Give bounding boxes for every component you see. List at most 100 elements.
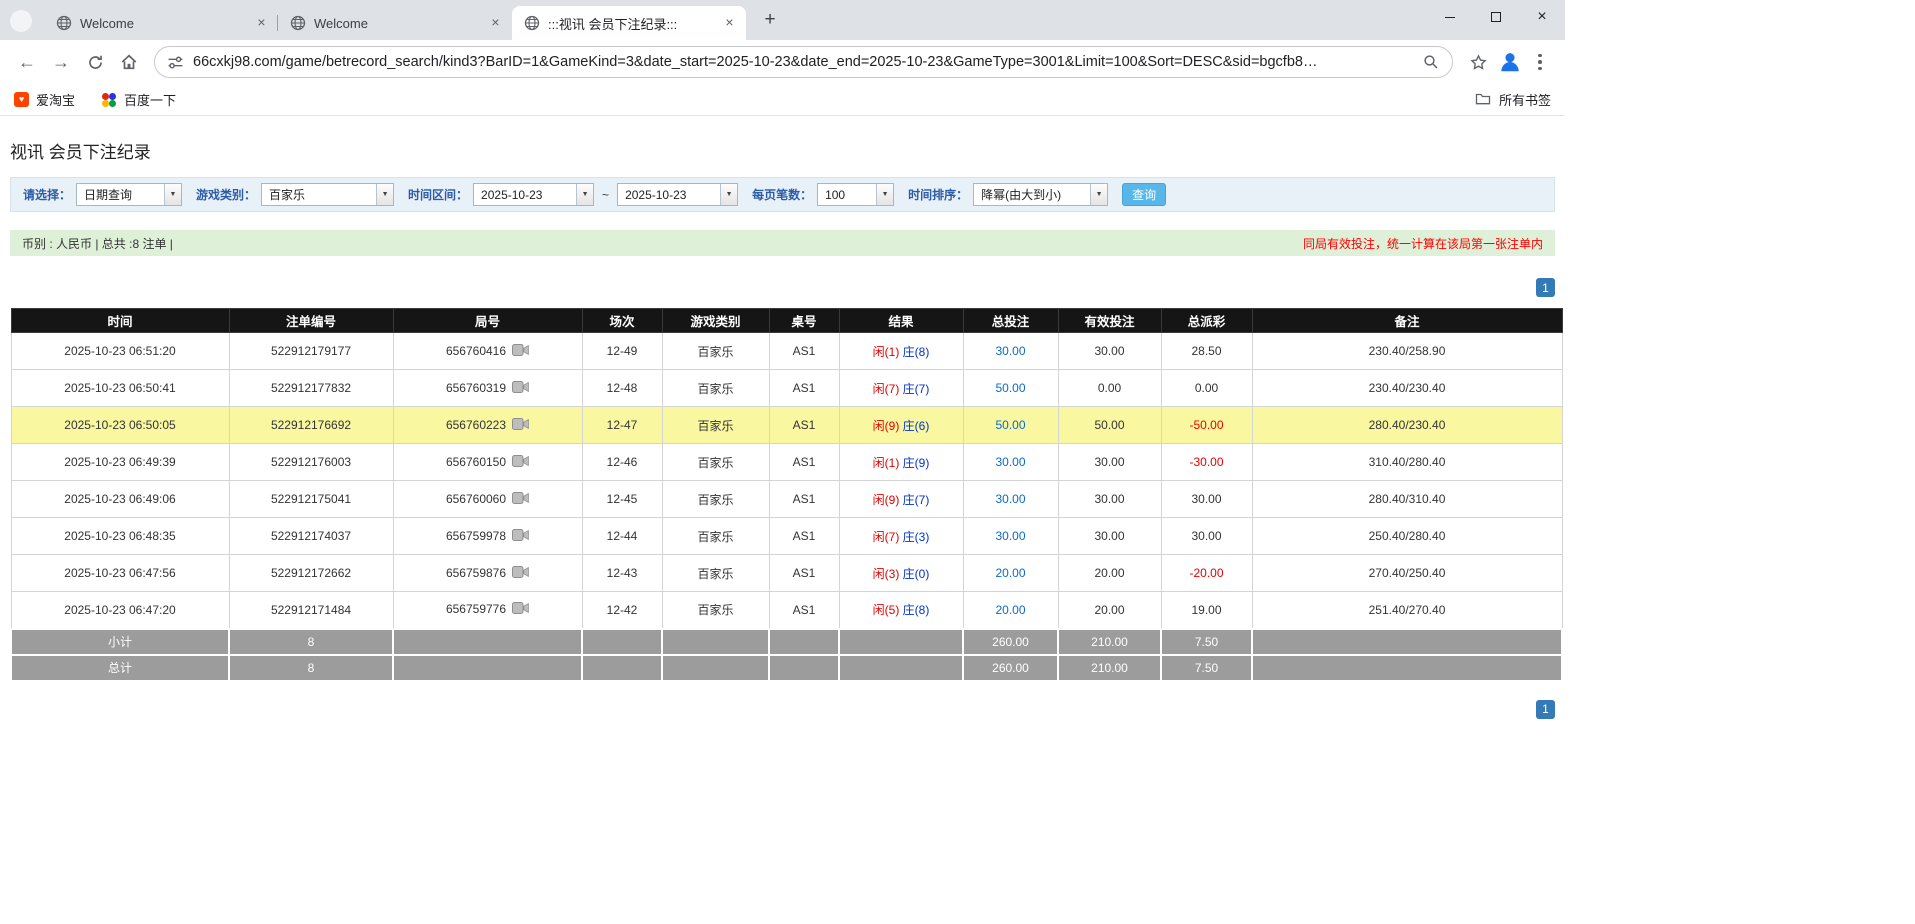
back-button[interactable]: ← [10,45,44,79]
date-end-value: 2025-10-23 [625,187,687,202]
total-bet-link[interactable]: 30.00 [995,344,1025,358]
result-player: 闲(5) [872,603,900,618]
cell-payout: 28.50 [1160,332,1253,370]
tab-bet-records-active[interactable]: :::视讯 会员下注纪录::: × [512,6,746,40]
bookmark-aitaobao[interactable]: ♥ 爱淘宝 [14,90,75,109]
tab-welcome-2[interactable]: Welcome × [278,6,512,40]
page-1-button[interactable]: 1 [1536,278,1555,297]
maximize-button[interactable] [1473,0,1519,34]
profile-avatar[interactable] [1495,47,1525,77]
bet-row[interactable]: 2025-10-23 06:49:06 522912175041 656760060… [10,480,1563,518]
result-banker: 庄(8) [902,344,930,359]
cell-game-type: 百家乐 [661,480,770,518]
cell-round: 656760223 [392,406,583,444]
cell-total-bet[interactable]: 20.00 [962,554,1059,592]
total-bet-link[interactable]: 30.00 [995,492,1025,506]
cell-table-no: AS1 [768,443,840,481]
round-number: 656760319 [445,380,507,395]
per-page-select[interactable]: 100 ▼ [817,183,895,206]
query-type-select[interactable]: 日期查询 ▼ [76,183,183,206]
subtotal-row-cell-9: 210.00 [1057,627,1162,656]
subtotal-row-cell-10: 7.50 [1160,627,1253,656]
video-replay-icon[interactable] [512,602,529,617]
video-replay-icon[interactable] [512,528,529,544]
cell-bet-id: 522912174037 [228,517,394,555]
minimize-button[interactable] [1427,0,1473,34]
cell-payout: 30.00 [1160,480,1253,518]
bet-row[interactable]: 2025-10-23 06:50:41 522912177832 656760319… [10,369,1563,407]
total-bet-link[interactable]: 30.00 [995,455,1025,469]
cell-note: 230.40/230.40 [1251,369,1563,407]
bet-row[interactable]: 2025-10-23 06:51:20 522912179177 656760416… [10,332,1563,370]
date-start-picker[interactable]: 2025-10-23 ▼ [473,183,595,206]
total-bet-link[interactable]: 20.00 [995,603,1025,617]
chevron-down-icon[interactable]: ▼ [164,184,182,205]
cell-game-type: 百家乐 [661,369,770,407]
page-1-button[interactable]: 1 [1536,699,1555,719]
refresh-button[interactable] [78,45,112,79]
bookmark-baidu[interactable]: 百度一下 [101,90,176,109]
site-info-icon[interactable] [167,54,184,71]
total-row-cell-7 [838,653,964,682]
tab-close-icon[interactable]: × [253,14,270,32]
currency-summary-text: 币别 : 人民币 | 总共 :8 注单 | [22,236,173,251]
video-replay-icon[interactable] [512,380,529,396]
chevron-down-icon[interactable]: ▼ [1090,184,1108,205]
bet-row[interactable]: 2025-10-23 06:50:05 522912176692 656760223… [10,406,1563,444]
cell-payout: 19.00 [1160,591,1253,629]
close-button[interactable]: × [1519,0,1565,34]
video-replay-icon[interactable] [512,491,529,507]
video-replay-icon[interactable] [512,565,529,581]
browser-menu-button[interactable] [1525,47,1555,77]
cell-payout: -20.00 [1160,554,1253,592]
total-bet-link[interactable]: 50.00 [995,418,1025,432]
zoom-icon[interactable] [1423,54,1440,71]
cell-session: 12-44 [581,517,663,555]
new-tab-button[interactable]: + [756,6,784,34]
total-row-cell-10: 7.50 [1160,653,1253,682]
tab-close-icon[interactable]: × [721,14,738,32]
cell-bet-id: 522912177832 [228,369,394,407]
total-bet-link[interactable]: 30.00 [995,529,1025,543]
date-end-picker[interactable]: 2025-10-23 ▼ [617,183,739,206]
subtotal-row-cell-6 [768,627,840,656]
tab-strip-avatar[interactable] [10,10,32,32]
tab-welcome-1[interactable]: Welcome × [44,6,278,40]
bet-row[interactable]: 2025-10-23 06:48:35 522912174037 656759978… [10,517,1563,555]
cell-valid-bet: 30.00 [1057,332,1162,370]
bet-row[interactable]: 2025-10-23 06:49:39 522912176003 656760150… [10,443,1563,481]
folder-icon [1475,91,1492,108]
bookmark-star-button[interactable] [1461,45,1495,79]
video-replay-icon[interactable] [512,454,529,470]
cell-total-bet[interactable]: 50.00 [962,406,1059,444]
total-bet-link[interactable]: 50.00 [995,381,1025,395]
tab-close-icon[interactable]: × [487,14,504,32]
cell-total-bet[interactable]: 30.00 [962,443,1059,481]
search-button[interactable]: 查询 [1122,183,1167,206]
video-replay-icon[interactable] [512,417,529,433]
chevron-down-icon[interactable]: ▼ [876,184,894,205]
cell-total-bet[interactable]: 50.00 [962,369,1059,407]
url-bar[interactable]: 66cxkj98.com/game/betrecord_search/kind3… [154,46,1453,78]
bet-row[interactable]: 2025-10-23 06:47:20 522912171484 656759776… [10,591,1563,629]
total-bet-link[interactable]: 20.00 [995,566,1025,580]
chevron-down-icon[interactable]: ▼ [720,184,738,205]
home-button[interactable] [112,45,146,79]
cell-session: 12-48 [581,369,663,407]
cell-total-bet[interactable]: 30.00 [962,480,1059,518]
chevron-down-icon[interactable]: ▼ [576,184,594,205]
column-header-7: 结果 [838,308,964,333]
chevron-down-icon[interactable]: ▼ [376,184,394,205]
video-replay-icon[interactable] [512,343,529,359]
column-header-9: 有效投注 [1057,308,1162,333]
cell-session: 12-47 [581,406,663,444]
cell-total-bet[interactable]: 20.00 [962,591,1059,629]
cell-total-bet[interactable]: 30.00 [962,332,1059,370]
forward-button[interactable]: → [44,45,78,79]
cell-total-bet[interactable]: 30.00 [962,517,1059,555]
game-type-select[interactable]: 百家乐 ▼ [261,183,395,206]
all-bookmarks-button[interactable]: 所有书签 [1475,90,1551,109]
cell-result: 闲(1) 庄(8) [838,332,964,370]
sort-select[interactable]: 降幂(由大到小) ▼ [973,183,1109,206]
bet-row[interactable]: 2025-10-23 06:47:56 522912172662 656759876… [10,554,1563,592]
